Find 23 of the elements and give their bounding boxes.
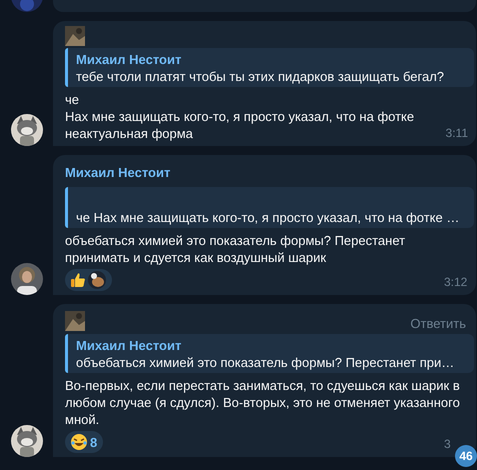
message-time: 3:11 bbox=[446, 125, 469, 142]
message-text: Нах мне защищать кого-то, я просто указал, что на фотке неактуальная форма bbox=[65, 108, 416, 142]
reply-author: Михаил Нестоит bbox=[76, 337, 182, 354]
reply-link[interactable]: Ответить bbox=[410, 315, 466, 332]
sender-name: Михаил Нестоит bbox=[65, 164, 172, 181]
message-text: объебаться химией это показатель формы? Перестанет принимать и сдуется как воздушный шарик bbox=[65, 232, 406, 266]
quoted-reply[interactable]: Михаил Нестоит тебе чтоли платят чтобы ты этих пидарков защищать бегал? bbox=[65, 48, 474, 87]
thumbs-up-icon bbox=[70, 272, 86, 288]
message-text: Во-первых, если перестать заниматься, то сдуешься как шарик в любом случае (я сдулся). Во-вторых, это не отменяет указанного мной. bbox=[65, 377, 461, 428]
message-time: 3:12 bbox=[444, 274, 468, 291]
quoted-reply[interactable]: че Нах мне защищать кого-то, я просто указал, что на фотке … bbox=[65, 187, 474, 228]
reply-author: Михаил Нестоит bbox=[76, 51, 182, 68]
reply-text: че Нах мне защищать кого-то, я просто указал, что на фотке … bbox=[76, 209, 460, 226]
unread-badge[interactable]: 46 bbox=[455, 445, 477, 467]
reply-text: тебе чтоли платят чтобы ты этих пидарков защищать бегал? bbox=[76, 68, 446, 85]
reaction-chip[interactable] bbox=[65, 269, 112, 291]
message-text: че bbox=[65, 91, 80, 108]
message-time: 3 bbox=[444, 436, 452, 453]
quoted-reply[interactable]: Михаил Нестоит объебаться химией это показатель формы? Перестанет при… bbox=[65, 334, 474, 373]
reaction-count: 8 bbox=[90, 434, 98, 450]
reaction-chip[interactable]: 8 bbox=[65, 431, 104, 453]
laughing-face-icon bbox=[70, 433, 88, 451]
reply-text: объебаться химией это показатель формы? Перестанет при… bbox=[76, 354, 456, 371]
